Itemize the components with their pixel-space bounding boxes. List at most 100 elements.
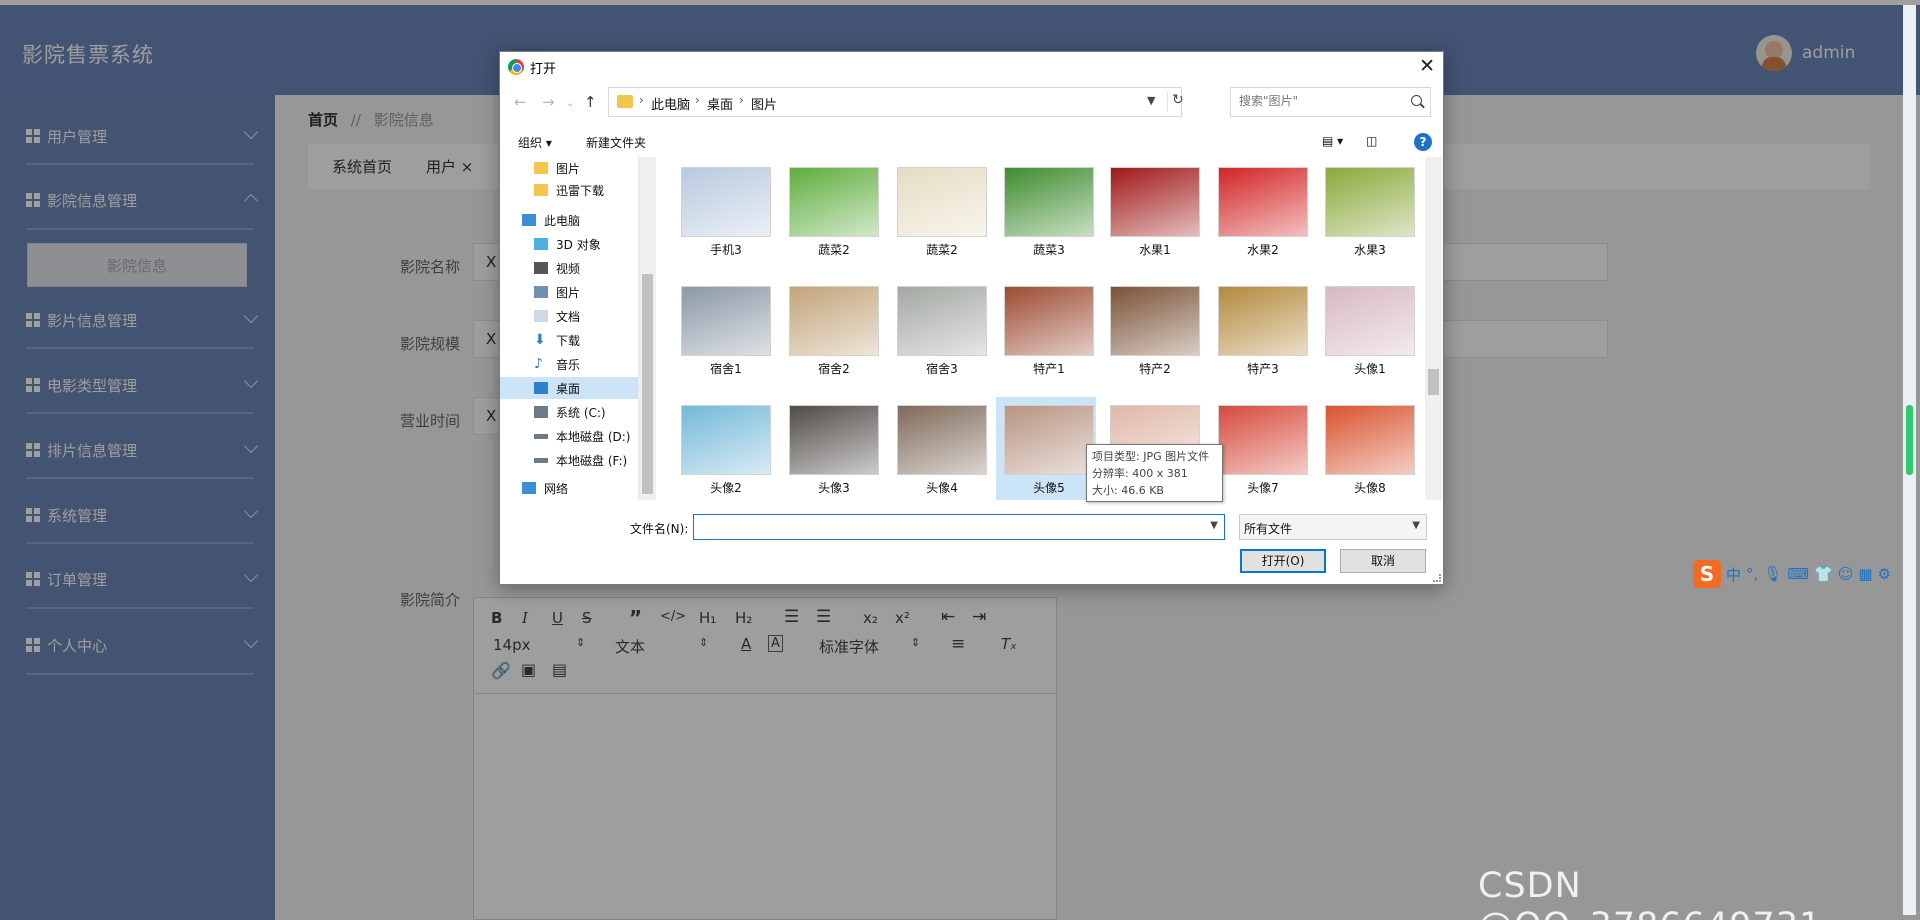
- file-item[interactable]: 头像8: [1317, 397, 1417, 500]
- file-item[interactable]: 蔬菜2: [889, 159, 989, 277]
- tree-item[interactable]: 此电脑: [522, 209, 580, 231]
- file-item[interactable]: 特产3: [1210, 278, 1310, 396]
- recent-dropdown-icon[interactable]: ⌄: [566, 98, 574, 109]
- file-item[interactable]: 宿舍1: [673, 278, 773, 396]
- filename-input[interactable]: [698, 516, 1198, 538]
- chevron-down-icon[interactable]: ▼: [1210, 520, 1218, 531]
- tree-item[interactable]: 视频: [534, 257, 580, 279]
- file-item[interactable]: 宿舍3: [889, 278, 989, 396]
- new-folder-button[interactable]: 新建文件夹: [586, 134, 646, 151]
- file-thumbnail[interactable]: [681, 405, 771, 475]
- search-input[interactable]: [1239, 94, 1399, 108]
- file-item[interactable]: 特产2: [1102, 278, 1202, 396]
- emoji-icon[interactable]: ☺: [1838, 565, 1854, 583]
- up-arrow-icon[interactable]: ↑: [584, 93, 597, 111]
- tree-item[interactable]: 文档: [534, 305, 580, 327]
- search-icon[interactable]: [1411, 95, 1422, 106]
- tree-item[interactable]: 系统 (C:): [534, 401, 606, 423]
- scrollbar-thumb[interactable]: [1428, 369, 1439, 395]
- file-thumbnail[interactable]: [789, 405, 879, 475]
- file-type-select[interactable]: 所有文件 ▼: [1239, 514, 1427, 540]
- file-thumbnail[interactable]: [1218, 167, 1308, 237]
- file-item[interactable]: 头像3: [781, 397, 881, 500]
- organize-menu[interactable]: 组织 ▾: [518, 134, 552, 151]
- cancel-button[interactable]: 取消: [1340, 549, 1426, 573]
- file-thumbnail[interactable]: [897, 167, 987, 237]
- punctuation-icon[interactable]: °,: [1746, 565, 1758, 583]
- file-item[interactable]: 特产1: [996, 278, 1096, 396]
- microphone-icon[interactable]: 🎙: [1763, 565, 1782, 583]
- forward-arrow-icon[interactable]: →: [542, 93, 555, 111]
- file-thumbnail[interactable]: [789, 286, 879, 356]
- tree-item-label: 音乐: [556, 357, 581, 372]
- address-bar[interactable]: › 此电脑 › 桌面 › 图片 ▼ ↻: [608, 87, 1184, 117]
- close-icon[interactable]: ✕: [1419, 55, 1435, 77]
- file-item[interactable]: 头像4: [889, 397, 989, 500]
- search-box[interactable]: [1230, 87, 1431, 117]
- tree-item[interactable]: 网络: [522, 477, 568, 499]
- path-segment[interactable]: 此电脑: [651, 94, 690, 113]
- file-item[interactable]: 手机3: [673, 159, 773, 277]
- file-item[interactable]: 蔬菜2: [781, 159, 881, 277]
- file-thumbnail[interactable]: [1004, 286, 1094, 356]
- tree-item[interactable]: 图片: [534, 281, 580, 303]
- skin-icon[interactable]: 👕: [1814, 565, 1833, 583]
- file-thumbnail[interactable]: [1110, 167, 1200, 237]
- view-options-icon[interactable]: ▤ ▾: [1322, 134, 1343, 148]
- resize-grip-icon[interactable]: [1433, 574, 1441, 582]
- gear-icon[interactable]: ⚙: [1878, 565, 1891, 583]
- file-thumbnail[interactable]: [789, 167, 879, 237]
- file-thumbnail[interactable]: [1325, 405, 1415, 475]
- file-item[interactable]: 水果2: [1210, 159, 1310, 277]
- tree-item[interactable]: 图片: [534, 157, 580, 179]
- file-item[interactable]: 宿舍2: [781, 278, 881, 396]
- refresh-icon[interactable]: ↻: [1167, 92, 1184, 112]
- path-segment[interactable]: 桌面: [707, 94, 733, 113]
- back-arrow-icon[interactable]: ←: [514, 93, 527, 111]
- tree-item[interactable]: ♪ 音乐: [534, 353, 580, 375]
- file-item[interactable]: 水果3: [1317, 159, 1417, 277]
- keyboard-icon[interactable]: ⌨: [1787, 565, 1809, 583]
- tree-item[interactable]: 3D 对象: [534, 233, 601, 255]
- chevron-down-icon[interactable]: ▼: [1147, 94, 1155, 107]
- tree-item[interactable]: 本地磁盘 (F:): [534, 449, 627, 471]
- file-thumbnail[interactable]: [897, 405, 987, 475]
- tree-item[interactable]: ⬇ 下载: [534, 329, 580, 351]
- file-name: 水果2: [1247, 243, 1279, 257]
- page-scrollbar[interactable]: [1903, 5, 1916, 915]
- tree-item[interactable]: 迅雷下载: [534, 179, 604, 201]
- open-button[interactable]: 打开(O): [1240, 549, 1326, 573]
- tree-scrollbar[interactable]: [639, 157, 656, 500]
- path-segment[interactable]: 图片: [751, 94, 777, 113]
- chevron-right-icon: ›: [739, 93, 744, 107]
- file-item[interactable]: 头像1: [1317, 278, 1417, 396]
- tooltip-line: 分辨率: 400 x 381: [1092, 467, 1188, 480]
- file-thumbnail[interactable]: [1110, 286, 1200, 356]
- scrollbar-thumb[interactable]: [1906, 405, 1913, 475]
- sogou-logo-icon[interactable]: S: [1693, 560, 1721, 588]
- file-item[interactable]: 蔬菜3: [996, 159, 1096, 277]
- file-thumbnail[interactable]: [681, 286, 771, 356]
- file-thumbnail[interactable]: [1325, 167, 1415, 237]
- preview-pane-icon[interactable]: ◫: [1366, 134, 1377, 148]
- scrollbar-thumb[interactable]: [642, 274, 653, 494]
- file-item[interactable]: 头像7: [1210, 397, 1310, 500]
- filename-field[interactable]: ▼: [693, 514, 1225, 540]
- file-thumbnail[interactable]: [897, 286, 987, 356]
- file-thumbnail[interactable]: [681, 167, 771, 237]
- file-thumbnail[interactable]: [1325, 286, 1415, 356]
- file-thumbnail[interactable]: [1218, 286, 1308, 356]
- toolbox-icon[interactable]: ▦: [1858, 565, 1872, 583]
- file-thumbnail[interactable]: [1218, 405, 1308, 475]
- file-thumbnail[interactable]: [1004, 167, 1094, 237]
- grid-scrollbar[interactable]: [1425, 157, 1442, 500]
- file-item[interactable]: 水果1: [1102, 159, 1202, 277]
- tree-item[interactable]: 本地磁盘 (D:): [534, 425, 630, 447]
- tree-item-selected[interactable]: 桌面: [500, 377, 638, 399]
- file-item[interactable]: 头像5: [996, 397, 1096, 500]
- dialog-title-bar[interactable]: 打开 ✕: [500, 52, 1443, 82]
- file-thumbnail[interactable]: [1004, 405, 1094, 475]
- file-item[interactable]: 头像2: [673, 397, 773, 500]
- ime-mode[interactable]: 中: [1726, 564, 1741, 585]
- help-icon[interactable]: ?: [1414, 133, 1432, 151]
